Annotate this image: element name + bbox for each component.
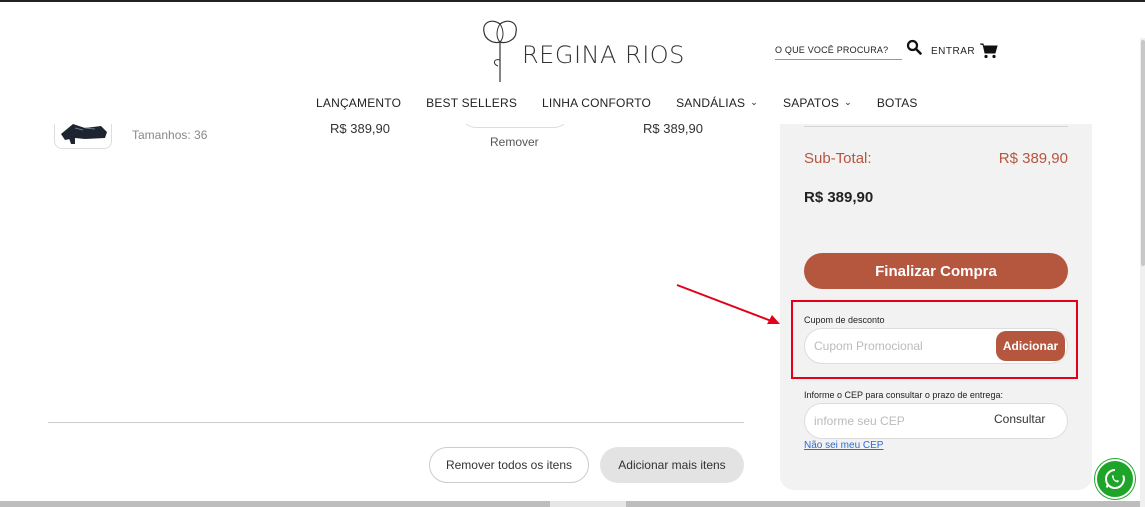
brand-name: REGINA RIOS	[522, 41, 685, 69]
coupon-input[interactable]	[814, 337, 984, 355]
search-input[interactable]	[775, 41, 902, 55]
main-nav: LANÇAMENTO BEST SELLERS LINHA CONFORTO S…	[316, 96, 943, 110]
grand-total: R$ 389,90	[804, 189, 874, 206]
consult-cep-button[interactable]: Consultar	[994, 412, 1045, 426]
remove-item-link[interactable]: Remover	[490, 135, 539, 149]
nav-item-label: SAPATOS	[783, 96, 840, 110]
product-sizes: Tamanhos: 36	[132, 128, 208, 142]
subtotal-label: Sub-Total:	[804, 150, 872, 167]
nav-item-label: SANDÁLIAS	[676, 96, 746, 110]
annotation-arrow-icon	[676, 284, 780, 324]
add-more-items-button[interactable]: Adicionar mais itens	[600, 447, 744, 483]
coupon-label: Cupom de desconto	[804, 315, 885, 325]
search-icon[interactable]	[906, 39, 922, 55]
cep-label: Informe o CEP para consultar o prazo de …	[804, 390, 1003, 400]
cart-divider	[48, 422, 744, 423]
nav-item-label: BEST SELLERS	[426, 96, 518, 110]
subtotal-value: R$ 389,90	[998, 150, 1068, 167]
nav-item-sandalias[interactable]: SANDÁLIAS ⌄	[676, 96, 758, 110]
remove-all-button[interactable]: Remover todos os itens	[429, 447, 589, 483]
chevron-down-icon: ⌄	[750, 97, 758, 107]
apply-coupon-button[interactable]: Adicionar	[996, 331, 1065, 361]
summary-divider	[804, 126, 1068, 127]
cart-icon[interactable]	[980, 43, 998, 59]
unknown-cep-link[interactable]: Não sei meu CEP	[804, 440, 883, 451]
nav-item-label: BOTAS	[876, 96, 918, 110]
login-link[interactable]: ENTRAR	[931, 46, 975, 57]
nav-item-lancamento[interactable]: LANÇAMENTO	[316, 96, 401, 110]
bottom-strip-highlight	[550, 501, 626, 507]
checkout-button[interactable]: Finalizar Compra	[804, 253, 1068, 289]
whatsapp-button[interactable]	[1095, 459, 1135, 499]
nav-item-linha-conforto[interactable]: LINHA CONFORTO	[542, 96, 651, 110]
site-header: REGINA RIOS ENTRAR LANÇAMENTO BEST SELLE…	[0, 2, 1140, 124]
nav-item-label: LANÇAMENTO	[316, 96, 402, 110]
scrollbar-thumb[interactable]	[1141, 40, 1145, 266]
cep-input[interactable]	[814, 412, 984, 430]
whatsapp-icon	[1105, 469, 1125, 490]
nav-item-sapatos[interactable]: SAPATOS ⌄	[783, 96, 852, 110]
nav-item-best-sellers[interactable]: BEST SELLERS	[426, 96, 517, 110]
brand-logo[interactable]: REGINA RIOS	[478, 16, 685, 84]
logo-flower-icon	[483, 20, 517, 82]
nav-item-botas[interactable]: BOTAS	[877, 96, 918, 110]
nav-item-label: LINHA CONFORTO	[542, 96, 652, 110]
search-field[interactable]	[775, 40, 902, 60]
chevron-down-icon: ⌄	[844, 97, 852, 107]
